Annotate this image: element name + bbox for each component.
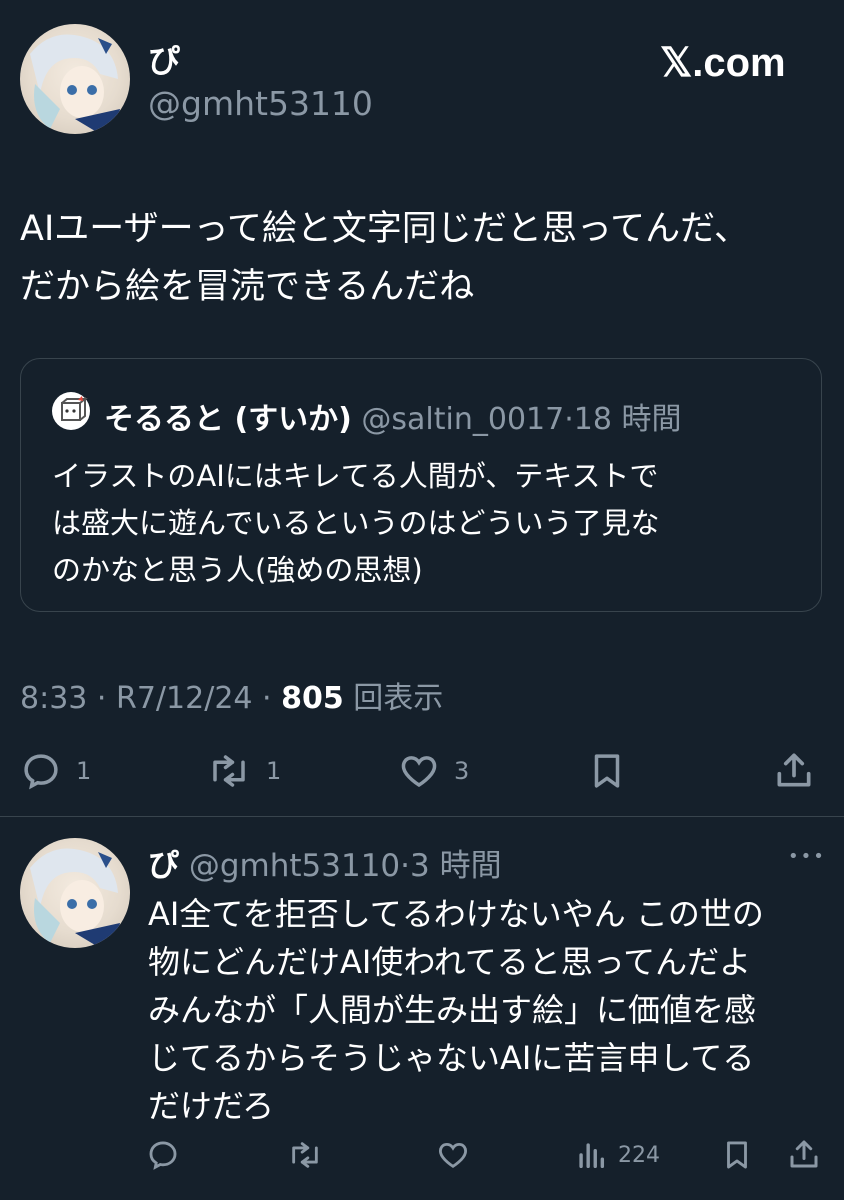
bookmark-icon [720, 1138, 754, 1172]
bookmark-button[interactable] [586, 750, 628, 792]
reply-avatar[interactable] [20, 838, 130, 948]
reply-views-button[interactable]: 224 [576, 1138, 660, 1172]
quoted-text-line: のかなと思う人(強めの思想) [52, 553, 423, 587]
reply-icon [20, 750, 62, 792]
more-icon[interactable]: ••• [788, 846, 826, 867]
quoted-handle[interactable]: @saltin_0017 [361, 402, 564, 437]
handle[interactable]: @gmht53110 [148, 84, 373, 123]
tweet-date: · R7/12/24 · [96, 681, 272, 716]
reply-text-line: だけだろ [148, 1087, 275, 1125]
quoted-time: ·18 時間 [564, 402, 682, 437]
reply-text-line: じてるからそうじゃないAIに苦言申してる [148, 1039, 755, 1077]
reply-like-button[interactable] [436, 1138, 470, 1172]
share-icon [772, 748, 816, 792]
like-icon [436, 1138, 470, 1172]
reply-display-name[interactable]: ぴ [148, 848, 179, 884]
views-count[interactable]: 805 [281, 681, 344, 716]
reply-icon [146, 1138, 180, 1172]
display-name[interactable]: ぴ [148, 36, 180, 82]
quoted-avatar[interactable] [52, 392, 90, 430]
quoted-text-line: イラストのAIにはキレてる人間が、テキストで [52, 459, 659, 493]
retweet-button[interactable]: 1 [206, 750, 281, 792]
reply-retweet-button[interactable] [286, 1138, 324, 1172]
quoted-text-line: は盛大に遊んでいるというのはどういう了見な [52, 506, 660, 540]
tweet-text-line: だから絵を冒涜できるんだね [20, 267, 475, 307]
reply-share-button[interactable] [786, 1136, 822, 1172]
reply-button[interactable]: 1 [20, 750, 91, 792]
retweet-icon [286, 1138, 324, 1172]
tweet-time: 8:33 [20, 681, 88, 716]
share-icon [786, 1136, 822, 1172]
retweet-icon [206, 750, 252, 792]
share-button[interactable] [772, 748, 816, 792]
reply-reply-button[interactable] [146, 1138, 180, 1172]
reply-header: ぴ @gmht53110·3 時間 [148, 840, 502, 885]
tweet-text-line: AIユーザーって絵と文字同じだと思ってんだ、 [20, 209, 750, 249]
avatar[interactable] [20, 24, 130, 134]
like-icon [398, 750, 440, 792]
retweet-count: 1 [266, 757, 282, 785]
views-label: 回表示 [353, 681, 444, 716]
reply-text-line: みんなが「人間が生み出す絵」に価値を感 [148, 991, 757, 1029]
quoted-display-name[interactable]: そるると (すいか) [104, 402, 352, 437]
divider [0, 816, 844, 817]
reply-text-line: 物にどんだけAI使われてると思ってんだよ [148, 943, 752, 981]
tweet-meta: 8:33 · R7/12/24 · 805 回表示 [20, 673, 443, 717]
reply-bookmark-button[interactable] [720, 1138, 754, 1172]
views-icon [576, 1138, 606, 1172]
quoted-header: そるると (すいか) @saltin_0017·18 時間 [104, 394, 681, 438]
reply-time: ·3 時間 [400, 848, 502, 884]
reply-handle[interactable]: @gmht53110 [189, 848, 400, 884]
bookmark-icon [586, 750, 628, 792]
reply-views-count: 224 [618, 1142, 660, 1168]
reply-text-line: AI全てを拒否してるわけないやん この世の [148, 895, 764, 933]
site-logo: 𝕏.com [660, 41, 786, 85]
reply-count: 1 [76, 757, 92, 785]
like-count: 3 [454, 757, 470, 785]
like-button[interactable]: 3 [398, 750, 469, 792]
